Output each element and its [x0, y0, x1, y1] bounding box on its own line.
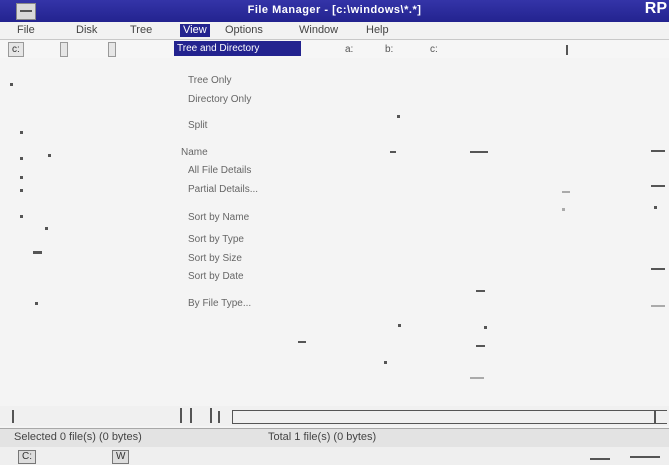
- scroll-marker: [651, 185, 665, 187]
- scroll-marker: [651, 305, 665, 307]
- file-marker: [562, 191, 570, 193]
- tree-marker: [20, 131, 23, 134]
- status-bar: Selected 0 file(s) (0 bytes) Total 1 fil…: [0, 428, 669, 448]
- drive-button[interactable]: c:: [8, 42, 24, 57]
- status-total: Total 1 file(s) (0 bytes): [268, 431, 377, 443]
- corner-mark: RP: [644, 0, 667, 17]
- scroll-tick: [210, 408, 212, 423]
- file-marker: [298, 341, 306, 343]
- file-marker: [476, 345, 485, 347]
- view-item-name[interactable]: Name: [181, 147, 208, 158]
- scroll-left-tick: [12, 410, 14, 423]
- taskbar-item[interactable]: W: [112, 450, 130, 464]
- file-marker: [390, 151, 396, 153]
- menu-item-tree-and-directory[interactable]: Tree and Directory: [174, 41, 301, 56]
- view-item-sort-type[interactable]: Sort by Type: [188, 234, 244, 245]
- menu-options[interactable]: Options: [222, 24, 266, 37]
- tree-marker: [35, 302, 38, 305]
- drive-a[interactable]: a:: [345, 44, 353, 56]
- taskbar-item[interactable]: C:: [18, 450, 36, 464]
- toolbar-button[interactable]: [60, 42, 68, 57]
- scroll-tick: [218, 411, 220, 423]
- file-marker: [470, 377, 484, 379]
- taskbar-divider: [590, 458, 610, 460]
- menu-bar: File Disk Tree View Options Window Help: [0, 22, 669, 40]
- scroll-marker: [651, 150, 665, 152]
- view-item-partial-details[interactable]: Partial Details...: [188, 184, 258, 195]
- view-item-directory-only[interactable]: Directory Only: [188, 94, 251, 105]
- view-item-by-file-type[interactable]: By File Type...: [188, 298, 251, 309]
- menu-file[interactable]: File: [14, 24, 38, 37]
- tree-marker: [45, 227, 48, 230]
- scroll-tick: [180, 408, 182, 423]
- tree-marker: [10, 83, 13, 86]
- menu-view[interactable]: View: [180, 24, 210, 37]
- drive-b[interactable]: b:: [385, 44, 393, 56]
- scroll-marker: [651, 268, 665, 270]
- file-marker: [397, 115, 400, 118]
- view-item-sort-name[interactable]: Sort by Name: [188, 212, 249, 223]
- title-bar: File Manager - [c:\windows\*.*] RP: [0, 0, 669, 22]
- menu-disk[interactable]: Disk: [73, 24, 100, 37]
- scroll-track[interactable]: [232, 410, 667, 424]
- tree-marker: [20, 176, 23, 179]
- horizontal-scrollbar[interactable]: [0, 406, 669, 426]
- file-marker: [484, 326, 487, 329]
- view-item-sort-date[interactable]: Sort by Date: [188, 271, 244, 282]
- file-marker: [476, 290, 485, 292]
- status-selected: Selected 0 file(s) (0 bytes): [14, 431, 142, 443]
- menu-help[interactable]: Help: [363, 24, 392, 37]
- toolbar-divider: [566, 45, 568, 55]
- scroll-right-tick: [654, 410, 656, 423]
- scroll-tick: [190, 408, 192, 423]
- tree-marker: [20, 157, 23, 160]
- tree-marker: [33, 251, 42, 254]
- main-area: Tree Only Directory Only Split Name All …: [0, 58, 669, 406]
- taskbar-divider: [630, 456, 660, 458]
- window-title: File Manager - [c:\windows\*.*]: [247, 4, 422, 16]
- file-marker: [470, 151, 488, 153]
- view-item-sort-size[interactable]: Sort by Size: [188, 253, 242, 264]
- view-item-split[interactable]: Split: [188, 120, 207, 131]
- taskbar: C: W: [0, 447, 669, 465]
- file-marker: [398, 324, 401, 327]
- file-marker: [562, 208, 565, 211]
- scroll-marker: [654, 206, 657, 209]
- toolbar: c:: [0, 40, 669, 58]
- view-item-tree-only[interactable]: Tree Only: [188, 75, 232, 86]
- menu-window[interactable]: Window: [296, 24, 341, 37]
- menu-tree[interactable]: Tree: [127, 24, 155, 37]
- toolbar-button[interactable]: [108, 42, 116, 57]
- tree-marker: [20, 189, 23, 192]
- file-marker: [384, 361, 387, 364]
- tree-marker: [20, 215, 23, 218]
- drive-c[interactable]: c:: [430, 44, 438, 56]
- tree-marker: [48, 154, 51, 157]
- view-item-all-details[interactable]: All File Details: [188, 165, 251, 176]
